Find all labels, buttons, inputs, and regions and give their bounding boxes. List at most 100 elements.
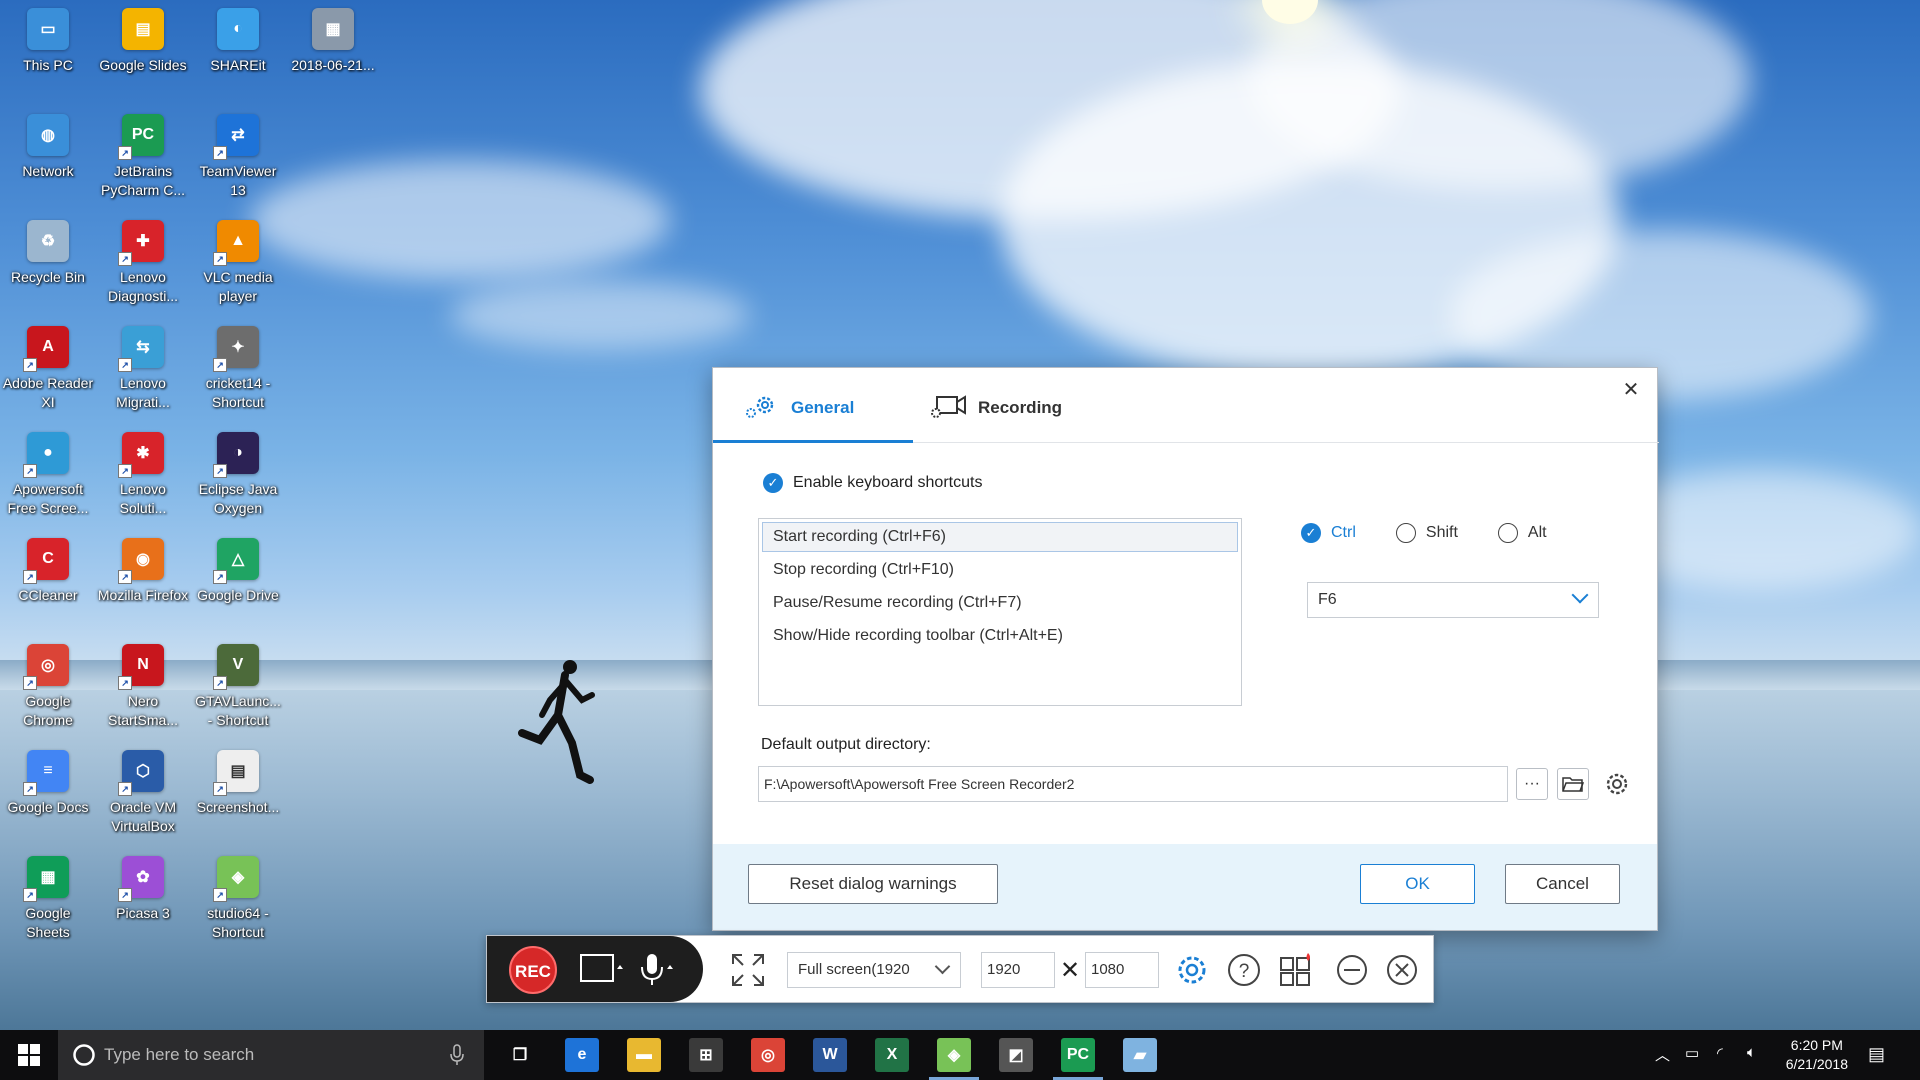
- recording-toolbar: REC Full screen(1920 1920 ✕ 1080 ?: [486, 935, 1434, 1003]
- desktop-icon[interactable]: C ↗ CCleaner: [2, 538, 94, 605]
- desktop-icon-label: CCleaner: [18, 587, 78, 603]
- app-icon: V ↗: [213, 644, 259, 690]
- shift-label: Shift: [1425, 524, 1458, 541]
- desktop-icon[interactable]: ▲ ↗ VLC media player: [192, 220, 284, 306]
- desktop-icon[interactable]: ♻ Recycle Bin: [2, 220, 94, 287]
- taskbar-app-file-explorer[interactable]: ▬: [627, 1038, 661, 1072]
- desktop-icon[interactable]: ◐ SHAREit: [192, 8, 284, 75]
- battery-icon[interactable]: ▭: [1685, 1044, 1699, 1062]
- reset-warnings-button[interactable]: Reset dialog warnings: [748, 864, 998, 904]
- key-dropdown[interactable]: F6: [1307, 582, 1599, 618]
- ok-button[interactable]: OK: [1360, 864, 1475, 904]
- action-center-icon[interactable]: ▤: [1868, 1044, 1885, 1065]
- enable-shortcuts-checkbox[interactable]: ✓ Enable keyboard shortcuts: [763, 473, 982, 493]
- shortcut-arrow-icon: ↗: [213, 252, 227, 266]
- shortcut-arrow-icon: ↗: [118, 464, 132, 478]
- app-icon: N ↗: [118, 644, 164, 690]
- taskbar-app-notes-app[interactable]: ▰: [1123, 1038, 1157, 1072]
- desktop-icon[interactable]: ◎ ↗ Google Chrome: [2, 644, 94, 730]
- cancel-button[interactable]: Cancel: [1505, 864, 1620, 904]
- desktop-icon[interactable]: ✚ ↗ Lenovo Diagnosti...: [97, 220, 189, 306]
- microphone-icon[interactable]: [450, 1044, 464, 1066]
- app-icon: ✦ ↗: [213, 326, 259, 372]
- taskbar-app-store[interactable]: ⊞: [689, 1038, 723, 1072]
- app-icon: ◈ ↗: [213, 856, 259, 902]
- desktop-icon[interactable]: ⬡ ↗ Oracle VM VirtualBox: [97, 750, 189, 836]
- taskbar-app-edge[interactable]: e: [565, 1038, 599, 1072]
- gear-icon[interactable]: [1603, 770, 1631, 798]
- shortcut-arrow-icon: ↗: [118, 888, 132, 902]
- browse-button[interactable]: ···: [1516, 768, 1548, 800]
- desktop-icon-label: Recycle Bin: [11, 269, 85, 285]
- desktop-icon[interactable]: ● ↗ Apowersoft Free Scree...: [2, 432, 94, 518]
- desktop-icon[interactable]: ✿ ↗ Picasa 3: [97, 856, 189, 923]
- help-icon[interactable]: ?: [1226, 952, 1262, 988]
- desktop-icon[interactable]: ⇆ ↗ Lenovo Migrati...: [97, 326, 189, 412]
- microphone-icon[interactable]: [637, 953, 685, 987]
- alt-radio[interactable]: Alt: [1497, 523, 1547, 543]
- tab-recording[interactable]: Recording: [928, 395, 1128, 443]
- close-circle-icon[interactable]: [1384, 952, 1420, 988]
- width-field[interactable]: 1920: [981, 952, 1055, 988]
- desktop-icon[interactable]: ✦ ↗ cricket14 - Shortcut: [192, 326, 284, 412]
- capture-mode-dropdown[interactable]: Full screen(1920: [787, 952, 961, 988]
- start-button[interactable]: [0, 1030, 58, 1080]
- taskbar-search-input[interactable]: Type here to search: [58, 1030, 484, 1080]
- open-folder-button[interactable]: [1557, 768, 1589, 800]
- volume-icon[interactable]: 🔈︎: [1747, 1044, 1756, 1061]
- chevron-up-icon[interactable]: ︿: [1655, 1044, 1670, 1065]
- desktop-icon[interactable]: ⇄ ↗ TeamViewer 13: [192, 114, 284, 200]
- ctrl-checkbox[interactable]: ✓ Ctrl: [1301, 523, 1356, 543]
- desktop-icon-label: Nero StartSma...: [107, 693, 179, 728]
- taskbar-app-chrome[interactable]: ◎: [751, 1038, 785, 1072]
- taskbar-app-android-studio[interactable]: ◈: [929, 1038, 979, 1080]
- chevron-down-icon: [934, 958, 951, 975]
- shift-radio[interactable]: Shift: [1395, 523, 1458, 543]
- minimize-icon[interactable]: [1334, 952, 1370, 988]
- taskbar-app-task-view[interactable]: ❐: [503, 1038, 537, 1072]
- desktop-icon[interactable]: PC ↗ JetBrains PyCharm C...: [97, 114, 189, 200]
- desktop-icon[interactable]: ◈ ↗ studio64 - Shortcut: [192, 856, 284, 942]
- desktop-icon[interactable]: ▦ 2018-06-21...: [287, 8, 379, 75]
- app-icon: ♻: [27, 220, 69, 262]
- desktop-icon[interactable]: N ↗ Nero StartSma...: [97, 644, 189, 730]
- output-directory-field[interactable]: F:\Apowersoft\Apowersoft Free Screen Rec…: [758, 766, 1508, 802]
- desktop-icon[interactable]: ▤ ↗ Screenshot...: [192, 750, 284, 817]
- cortana-circle-icon: [73, 1044, 95, 1066]
- apps-grid-icon[interactable]: [1278, 952, 1314, 988]
- desktop-icon[interactable]: ▤ Google Slides: [97, 8, 189, 75]
- checkmark-icon: ✓: [1301, 523, 1321, 543]
- desktop-icon[interactable]: △ ↗ Google Drive: [192, 538, 284, 605]
- list-item[interactable]: Pause/Resume recording (Ctrl+F7): [762, 588, 1238, 618]
- height-field[interactable]: 1080: [1085, 952, 1159, 988]
- desktop-icon-label: Screenshot...: [196, 799, 280, 815]
- taskbar-app-word[interactable]: W: [813, 1038, 847, 1072]
- desktop-icon-label: GTAVLaunc... - Shortcut: [195, 693, 281, 728]
- taskbar-app-gpu-app[interactable]: ◩: [999, 1038, 1033, 1072]
- tab-general[interactable]: General: [713, 396, 913, 443]
- tab-bar: General Recording: [713, 368, 1659, 443]
- app-icon: ✚ ↗: [118, 220, 164, 266]
- taskbar-app-excel[interactable]: X: [875, 1038, 909, 1072]
- wifi-icon[interactable]: ◜: [1717, 1044, 1723, 1062]
- desktop-icon[interactable]: ▦ ↗ Google Sheets: [2, 856, 94, 942]
- list-item[interactable]: Stop recording (Ctrl+F10): [762, 555, 1238, 585]
- desktop-icon[interactable]: A ↗ Adobe Reader XI: [2, 326, 94, 412]
- desktop-icon[interactable]: V ↗ GTAVLaunc... - Shortcut: [192, 644, 284, 730]
- desktop-icon[interactable]: ◉ ↗ Mozilla Firefox: [97, 538, 189, 605]
- desktop-icon[interactable]: ▭ This PC: [2, 8, 94, 75]
- list-item[interactable]: Start recording (Ctrl+F6): [762, 522, 1238, 552]
- taskbar-clock[interactable]: 6:20 PM 6/21/2018: [1786, 1036, 1848, 1074]
- settings-gear-icon[interactable]: [1174, 952, 1210, 988]
- desktop-icon[interactable]: ◑ ↗ Eclipse Java Oxygen: [192, 432, 284, 518]
- desktop-icon[interactable]: ◍ Network: [2, 114, 94, 181]
- desktop-icon[interactable]: ✱ ↗ Lenovo Soluti...: [97, 432, 189, 518]
- taskbar-app-pycharm[interactable]: PC: [1053, 1038, 1103, 1080]
- fullscreen-expand-icon[interactable]: [730, 952, 766, 988]
- list-item[interactable]: Show/Hide recording toolbar (Ctrl+Alt+E): [762, 621, 1238, 651]
- rec-button[interactable]: REC: [509, 946, 557, 994]
- clock-date: 6/21/2018: [1785, 1056, 1848, 1072]
- desktop-icon-label: Google Drive: [197, 587, 279, 603]
- screen-mode-icon[interactable]: [579, 953, 627, 987]
- desktop-icon[interactable]: ≡ ↗ Google Docs: [2, 750, 94, 817]
